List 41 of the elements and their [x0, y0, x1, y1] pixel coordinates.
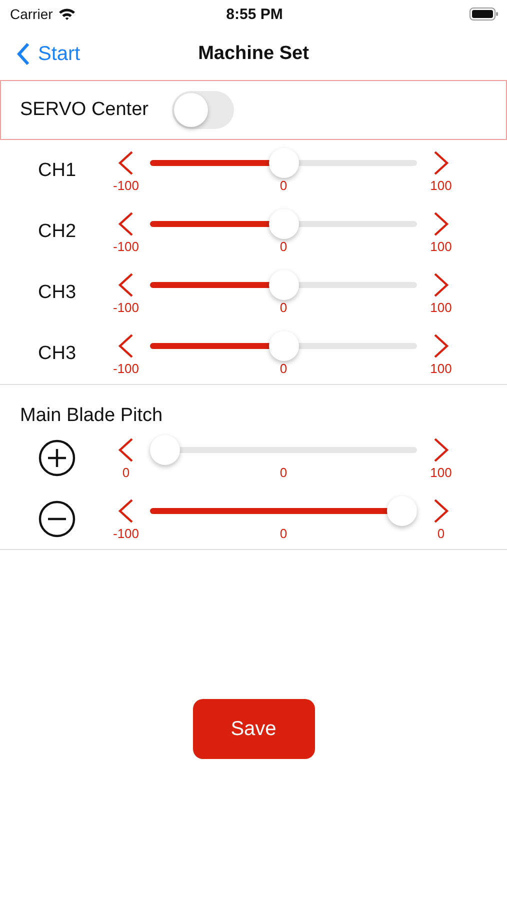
channel-label: CH2 — [38, 220, 78, 242]
max-value: 100 — [430, 361, 452, 376]
plus-circle-icon — [38, 438, 76, 476]
min-value: -100 — [112, 300, 140, 315]
current-value: 0 — [280, 239, 288, 254]
slider-thumb[interactable] — [150, 434, 180, 464]
slider-thumb[interactable] — [268, 270, 298, 300]
min-value: -100 — [112, 361, 140, 376]
status-time: 8:55 PM — [226, 6, 283, 22]
nav-title: Machine Set — [198, 43, 309, 64]
current-value: 0 — [280, 300, 288, 315]
servo-center-switch[interactable] — [172, 91, 234, 129]
max-value: 0 — [437, 526, 445, 541]
current-value: 0 — [280, 465, 288, 480]
min-value: -100 — [112, 178, 140, 193]
carrier-label: Carrier — [10, 6, 53, 22]
chevron-left-icon — [16, 42, 30, 66]
wifi-icon — [58, 7, 76, 21]
channel-label: CH3 — [38, 282, 78, 304]
battery-icon — [469, 7, 500, 21]
min-value: -100 — [112, 526, 140, 541]
min-value: 0 — [122, 465, 130, 480]
slider-thumb[interactable] — [268, 148, 298, 178]
save-button[interactable]: Save — [192, 699, 314, 759]
servo-center-label: SERVO Center — [20, 99, 148, 121]
slider-thumb[interactable] — [387, 496, 417, 526]
channel-label: CH1 — [38, 160, 78, 182]
max-value: 100 — [430, 465, 452, 480]
min-value: -100 — [112, 239, 140, 254]
minus-circle-icon — [38, 500, 76, 538]
max-value: 100 — [430, 300, 452, 315]
slider-thumb[interactable] — [268, 330, 298, 360]
max-value: 100 — [430, 178, 452, 193]
max-value: 100 — [430, 239, 452, 254]
current-value: 0 — [280, 526, 288, 541]
slider-thumb[interactable] — [268, 208, 298, 238]
channel-label: CH3 — [38, 342, 78, 364]
current-value: 0 — [280, 361, 288, 376]
back-button[interactable]: Start — [0, 41, 86, 67]
section-title: Main Blade Pitch — [20, 405, 163, 426]
current-value: 0 — [280, 178, 288, 193]
